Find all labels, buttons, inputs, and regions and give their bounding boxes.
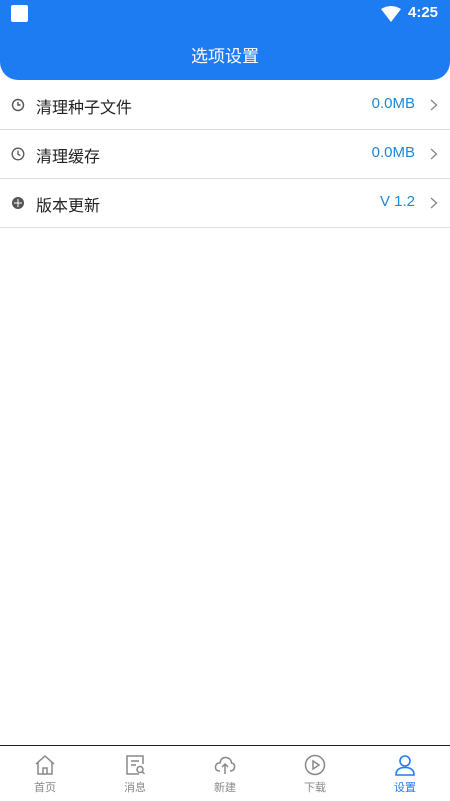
play-circle-icon: [304, 754, 326, 776]
chevron-right-icon: [430, 99, 438, 111]
row-label: 清理种子文件: [36, 98, 133, 117]
tab-label: 首页: [34, 781, 56, 794]
settings-list: 清理种子文件 0.0MB 清理缓存 0.0MB 版本更新 V 1.2: [0, 81, 450, 228]
tab-label: 设置: [394, 781, 416, 794]
tab-settings[interactable]: 设置: [360, 746, 450, 801]
message-icon: [126, 755, 146, 775]
tab-home[interactable]: 首页: [0, 746, 90, 801]
user-icon: [395, 755, 415, 776]
tab-new[interactable]: 新建: [180, 746, 270, 801]
wifi-icon: [381, 6, 401, 22]
notification-icon: [11, 5, 28, 22]
app-header: 4:25 选项设置: [0, 0, 450, 80]
row-label: 版本更新: [36, 196, 101, 215]
settings-row-clean-seed-files[interactable]: 清理种子文件 0.0MB: [0, 81, 450, 130]
page-title: 选项设置: [191, 47, 259, 67]
status-bar: 4:25: [0, 0, 450, 28]
upload-cloud-icon: [214, 756, 236, 774]
tab-label: 消息: [124, 781, 146, 794]
home-icon: [35, 754, 55, 775]
update-icon: [12, 197, 24, 209]
row-label: 清理缓存: [36, 147, 101, 166]
row-value: V 1.2: [379, 193, 415, 210]
settings-row-version-update[interactable]: 版本更新 V 1.2: [0, 179, 450, 228]
settings-row-clear-cache[interactable]: 清理缓存 0.0MB: [0, 130, 450, 179]
status-time: 4:25: [408, 4, 439, 21]
tab-messages[interactable]: 消息: [90, 746, 180, 801]
row-value: 0.0MB: [371, 95, 415, 112]
row-value: 0.0MB: [371, 144, 415, 161]
clock-icon: [11, 147, 25, 161]
tab-download[interactable]: 下载: [270, 746, 360, 801]
tab-label: 下载: [304, 781, 326, 794]
clean-icon: [11, 98, 25, 112]
bottom-tab-bar: 首页 消息 新建 下载 设置: [0, 745, 450, 801]
tab-label: 新建: [214, 781, 236, 794]
chevron-right-icon: [430, 148, 438, 160]
chevron-right-icon: [430, 197, 438, 209]
